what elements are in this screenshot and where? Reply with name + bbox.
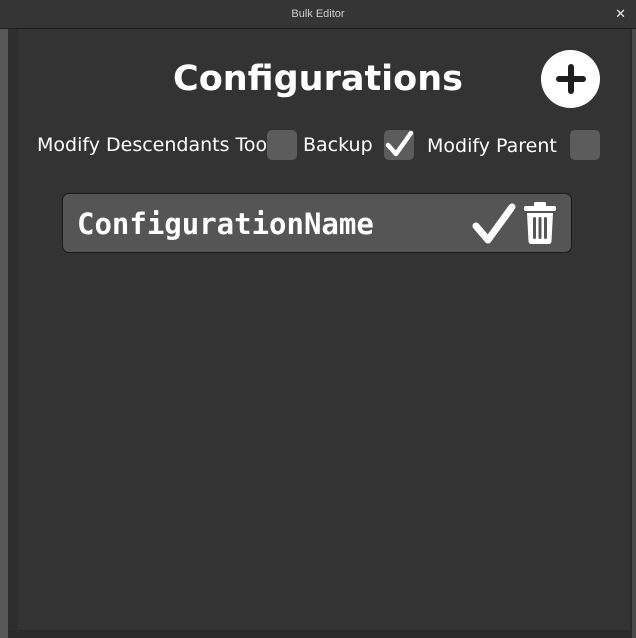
close-icon[interactable]: ✕	[615, 0, 626, 29]
checkmark-icon	[385, 130, 414, 157]
trash-icon	[524, 202, 556, 244]
left-border	[0, 29, 8, 638]
content-panel	[18, 29, 630, 630]
backup-label: Backup	[303, 134, 373, 156]
apply-configuration-button[interactable]	[472, 203, 516, 245]
window-title: Bulk Editor	[291, 8, 345, 20]
plus-icon	[556, 64, 586, 94]
modify-descendants-checkbox[interactable]	[267, 130, 297, 160]
modify-parent-label: Modify Parent	[427, 135, 557, 157]
add-configuration-button[interactable]	[541, 50, 600, 108]
delete-configuration-button[interactable]	[522, 201, 558, 245]
bottom-border	[8, 630, 632, 638]
right-border	[632, 29, 636, 638]
checkmark-icon	[472, 203, 516, 244]
backup-checkbox[interactable]	[384, 130, 414, 160]
bulk-editor-window: Bulk Editor ✕ Configurations Modify Desc…	[0, 0, 636, 638]
modify-parent-checkbox[interactable]	[570, 130, 600, 160]
configuration-item[interactable]: ConfigurationName	[62, 193, 572, 253]
configuration-name: ConfigurationName	[77, 207, 374, 241]
title-bar: Bulk Editor ✕	[0, 0, 636, 29]
modify-descendants-label: Modify Descendants Too	[37, 134, 268, 156]
side-panel-edge	[8, 29, 18, 630]
